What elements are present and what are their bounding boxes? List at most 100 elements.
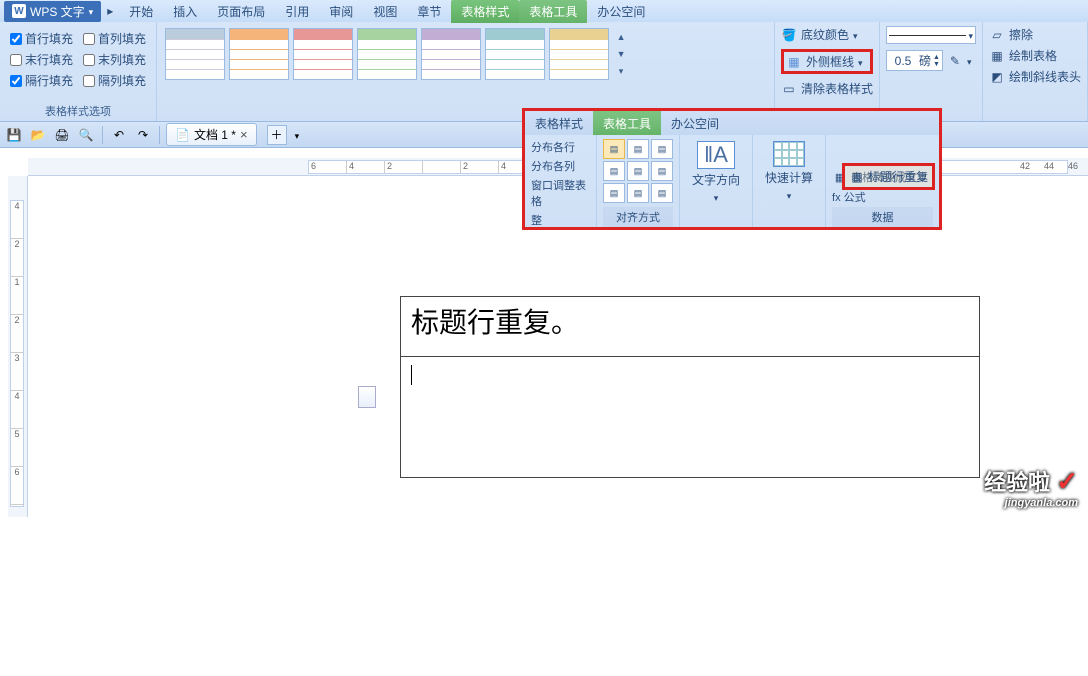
group-align: ▤▤▤ ▤▤▤ ▤▤▤ 对齐方式 [597, 135, 680, 227]
document-tab[interactable]: 文档 1 * [166, 123, 257, 146]
outer-border-button[interactable]: 外侧框线 [781, 49, 873, 74]
autofit-button[interactable]: 窗口调整表格 [531, 177, 590, 209]
chevron-down-icon [714, 190, 719, 204]
check-icon: ✓ [1056, 466, 1078, 496]
group-distribute: 分布各行 分布各列 窗口调整表格 整 [525, 135, 597, 227]
align-mr[interactable]: ▤ [651, 161, 673, 181]
table-style-5[interactable] [421, 28, 481, 80]
formula-button[interactable]: fx 公式 [832, 189, 933, 205]
open-button[interactable] [28, 125, 48, 145]
text-direction-button[interactable]: ‖A 文字方向 [686, 139, 746, 206]
chevron-down-icon [89, 4, 94, 18]
redo-button[interactable] [133, 125, 153, 145]
tab-chapter[interactable]: 章节 [407, 0, 451, 23]
tab-office[interactable]: 办公空间 [587, 0, 655, 23]
group-line: 0.5 磅 ▲▼ [880, 22, 983, 121]
check-first-col[interactable]: 首列填充 [83, 30, 146, 47]
table-style-3[interactable] [293, 28, 353, 80]
text-cursor [411, 365, 412, 385]
draw-table-button[interactable]: 绘制表格 [989, 47, 1081, 64]
align-ml[interactable]: ▤ [603, 161, 625, 181]
tab-view[interactable]: 视图 [363, 0, 407, 23]
border-icon [786, 54, 802, 70]
table-style-7[interactable] [549, 28, 609, 80]
clear-style-button[interactable]: ▭ 清除表格样式 [781, 80, 873, 97]
check-banded-row[interactable]: 隔行填充 [10, 72, 73, 89]
erase-button[interactable]: 擦除 [989, 26, 1081, 43]
chevron-down-icon[interactable] [295, 128, 300, 142]
app-logo[interactable]: W WPS 文字 [4, 1, 101, 22]
repeat-header-button[interactable]: 标题行重复 [842, 163, 935, 190]
table-body-cell[interactable] [401, 357, 979, 477]
table-style-2[interactable] [229, 28, 289, 80]
doc-title: 文档 1 * [194, 126, 236, 143]
dist-rows-button[interactable]: 分布各行 [531, 139, 590, 155]
eraser-icon [989, 27, 1005, 43]
tab-table-style[interactable]: 表格样式 [451, 0, 519, 23]
chevron-icon: ▸ [107, 4, 113, 18]
line-style-select[interactable] [886, 26, 976, 44]
align-tr[interactable]: ▤ [651, 139, 673, 159]
pen-color-button[interactable] [947, 53, 963, 69]
check-last-col[interactable]: 末列填充 [83, 51, 146, 68]
line-weight-spinner[interactable]: 0.5 磅 ▲▼ [886, 50, 943, 71]
gallery-scroll[interactable]: ▲▼▾ [613, 28, 629, 80]
group-table-styles: ▲▼▾ [157, 22, 775, 121]
group-style-options: 首行填充 首列填充 末行填充 末列填充 隔行填充 隔列填充 表格样式选项 [0, 22, 157, 121]
tab-table-tools[interactable]: 表格工具 [519, 0, 587, 23]
check-banded-col[interactable]: 隔列填充 [83, 72, 146, 89]
tab-layout[interactable]: 页面布局 [207, 0, 275, 23]
styles-gallery: ▲▼▾ [163, 26, 768, 82]
check-first-row[interactable]: 首行填充 [10, 30, 73, 47]
align-br[interactable]: ▤ [651, 183, 673, 203]
group-draw: 擦除 绘制表格 绘制斜线表头 [983, 22, 1088, 121]
tab-insert[interactable]: 插入 [163, 0, 207, 23]
align-mc[interactable]: ▤ [627, 161, 649, 181]
check-last-row[interactable]: 末行填充 [10, 51, 73, 68]
table-style-6[interactable] [485, 28, 545, 80]
page-thumb-icon [358, 386, 376, 408]
shading-color-button[interactable]: 🪣 底纹颜色 [781, 26, 873, 43]
print-button[interactable] [52, 125, 72, 145]
align-tl[interactable]: ▤ [603, 139, 625, 159]
group-text-dir: ‖A 文字方向 [680, 135, 753, 227]
tab-office-2[interactable]: 办公空间 [661, 111, 729, 135]
resize-button[interactable]: 整 [531, 212, 590, 228]
group-quick-calc: 快速计算 [753, 135, 826, 227]
table-style-4[interactable] [357, 28, 417, 80]
chevron-down-icon [858, 55, 863, 69]
new-tab-button[interactable]: ＋ [267, 125, 287, 145]
align-tc[interactable]: ▤ [627, 139, 649, 159]
wps-w-icon: W [12, 4, 26, 18]
save-button[interactable] [4, 125, 24, 145]
group-shading: 🪣 底纹颜色 外侧框线 ▭ 清除表格样式 [775, 22, 880, 121]
doc-icon [175, 128, 190, 142]
watermark: 经验啦 ✓ jingyanla.com [984, 465, 1078, 509]
table-tools-panel: 表格样式 表格工具 办公空间 分布各行 分布各列 窗口调整表格 整 ▤▤▤ ▤▤… [522, 108, 942, 230]
tab-table-style-2[interactable]: 表格样式 [525, 111, 593, 135]
quick-calc-button[interactable]: 快速计算 [759, 139, 819, 204]
ruler-vertical[interactable]: 42123456 [8, 176, 28, 517]
undo-button[interactable] [109, 125, 129, 145]
app-name: WPS 文字 [30, 3, 85, 20]
table-header-cell[interactable]: 标题行重复。 [401, 297, 979, 357]
dist-cols-button[interactable]: 分布各列 [531, 158, 590, 174]
align-bl[interactable]: ▤ [603, 183, 625, 203]
close-icon[interactable] [240, 127, 248, 142]
group-data: 标题行重复 表格转换成文本 fx 公式 数据 [826, 135, 939, 227]
group-label: 数据 [832, 207, 933, 227]
chevron-down-icon [853, 28, 858, 42]
diag-header-button[interactable]: 绘制斜线表头 [989, 68, 1081, 85]
page: 标题行重复。 [308, 196, 1008, 676]
tab-home[interactable]: 开始 [119, 0, 163, 23]
preview-button[interactable] [76, 125, 96, 145]
alignment-grid: ▤▤▤ ▤▤▤ ▤▤▤ [603, 139, 673, 203]
align-bc[interactable]: ▤ [627, 183, 649, 203]
tab-review[interactable]: 审阅 [319, 0, 363, 23]
diagonal-icon [989, 69, 1005, 85]
document-table[interactable]: 标题行重复。 [400, 296, 980, 478]
table-style-1[interactable] [165, 28, 225, 80]
clear-icon: ▭ [781, 81, 797, 97]
tab-ref[interactable]: 引用 [275, 0, 319, 23]
tab-table-tools-2[interactable]: 表格工具 [593, 111, 661, 135]
